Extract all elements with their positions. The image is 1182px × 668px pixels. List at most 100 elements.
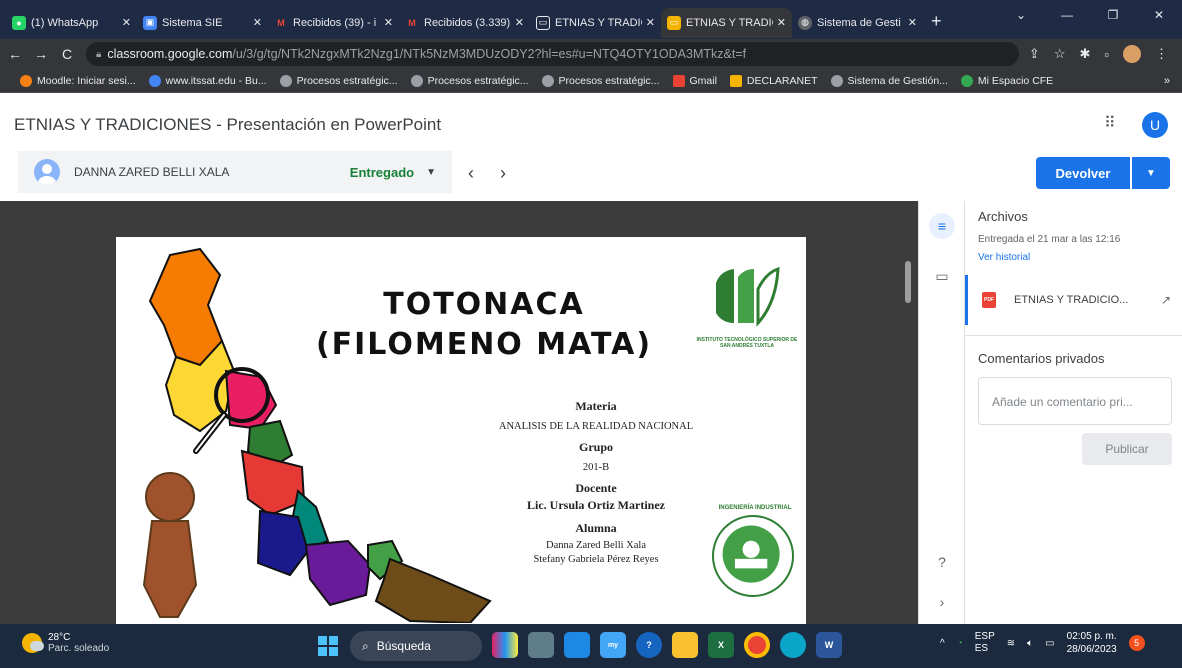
viewer-scrollbar[interactable] (905, 261, 911, 303)
close-icon[interactable]: ✕ (646, 16, 655, 29)
page-title: ETNIAS Y TRADICIONES - Presentación en P… (14, 115, 442, 134)
details-icon[interactable]: ≡ (929, 213, 955, 239)
bookmark-item[interactable]: Procesos estratégic... (541, 74, 660, 87)
classroom-icon: ▭ (536, 15, 550, 30)
chrome-icon[interactable] (744, 632, 770, 658)
search-icon: ⌕ (362, 638, 369, 653)
return-options-icon[interactable]: ▼ (1132, 157, 1170, 189)
bookmark-item[interactable]: Sistema de Gestión... (830, 74, 948, 87)
close-icon[interactable]: ✕ (253, 16, 262, 29)
moodle-icon (20, 74, 32, 87)
bookmark-item[interactable]: Mi Espacio CFE (960, 74, 1053, 87)
battery-icon[interactable]: ▭ (1045, 638, 1054, 649)
minimize-icon[interactable]: — (1044, 0, 1090, 30)
close-icon[interactable]: ✕ (777, 16, 786, 29)
whatsapp-icon: ● (12, 15, 26, 30)
browser-tab[interactable]: M Recibidos (39) - i ✕ (268, 8, 399, 38)
school-name: INSTITUTO TECNOLÓGICO SUPERIOR DE SAN AN… (696, 337, 798, 349)
divider (965, 335, 1182, 336)
classroom-page: ETNIAS Y TRADICIONES - Presentación en P… (0, 93, 1182, 627)
taskbar-search[interactable]: ⌕ Búsqueda (350, 631, 482, 661)
bookmark-item[interactable]: Moodle: Iniciar sesi... (20, 74, 136, 87)
publish-button[interactable]: Publicar (1082, 433, 1172, 465)
sidepanel-icon[interactable]: ▫ (1104, 47, 1109, 62)
paint-icon[interactable] (492, 632, 518, 658)
student-selector[interactable]: DANNA ZARED BELLI XALA Entregado ▼ (18, 151, 452, 193)
back-icon[interactable]: ← (4, 46, 26, 62)
copilot-icon[interactable]: ◔ (957, 638, 963, 649)
status-badge: Entregado (349, 164, 415, 180)
browser-tab-active[interactable]: ▭ ETNIAS Y TRADIC ✕ (661, 7, 792, 38)
help-app-icon[interactable]: ? (636, 632, 662, 658)
avatar[interactable]: U (1142, 112, 1168, 138)
previous-student-icon[interactable]: ‹ (468, 163, 474, 184)
bookmark-item[interactable]: www.itssat.edu - Bu... (148, 74, 267, 87)
star-icon[interactable]: ☆ (1054, 46, 1066, 62)
help-icon[interactable]: ? (929, 549, 955, 575)
viewer-sidebar: ≡ ▭ ? › (918, 201, 964, 624)
bookmark-item[interactable]: DECLARANET (729, 74, 818, 87)
alumna-value: Danna Zared Belli Xala (546, 540, 646, 551)
edge-icon[interactable] (780, 632, 806, 658)
close-icon[interactable]: ✕ (122, 16, 131, 29)
return-button[interactable]: Devolver (1036, 157, 1130, 189)
url-input[interactable]: 🔒︎ classroom.google.com/u/3/g/tg/NTk2Nzg… (86, 42, 1019, 66)
browser-tab-strip: ● (1) WhatsApp ✕ ▣ Sistema SIE ✕ M Recibidos … (0, 0, 1182, 39)
lock-icon: 🔒︎ (96, 48, 102, 60)
open-external-icon[interactable]: ↗ (1161, 293, 1171, 307)
myapp-icon[interactable]: my (600, 632, 626, 658)
browser-tab[interactable]: ▭ ETNIAS Y TRADIC ✕ (530, 8, 661, 38)
close-icon[interactable]: ✕ (515, 16, 524, 29)
document-viewer: TOTONACA (FILOMENO MATA) INSTITUTO TECNO… (0, 201, 918, 627)
restore-icon[interactable]: ❐ (1090, 0, 1136, 30)
share-icon[interactable]: ⇪ (1029, 46, 1040, 62)
extensions-icon[interactable]: ✱ (1079, 46, 1090, 62)
windows-start-icon[interactable] (318, 636, 338, 656)
close-icon[interactable]: ✕ (384, 16, 393, 29)
store-icon[interactable] (564, 632, 590, 658)
tray-chevron-icon[interactable]: ^ (940, 638, 945, 649)
docente-value: Lic. Ursula Ortiz Martinez (527, 498, 665, 512)
browser-tab[interactable]: M Recibidos (3.339) ✕ (399, 8, 530, 38)
notification-badge[interactable]: 5 (1128, 635, 1145, 651)
close-icon[interactable]: ✕ (908, 16, 917, 29)
forward-icon[interactable]: → (30, 46, 52, 62)
reload-icon[interactable]: C (56, 46, 78, 62)
browser-tab[interactable]: ▣ Sistema SIE ✕ (137, 8, 268, 38)
url-path: /u/3/g/tg/NTk2NzgxMTk2Nzg1/NTk5NzM3MDUzO… (232, 47, 747, 61)
menu-icon[interactable]: ⋮ (1155, 46, 1168, 62)
weather-widget[interactable]: 28°C Parc. soleado (22, 632, 109, 654)
history-link[interactable]: Ver historial (978, 252, 1030, 263)
bookmark-label: Procesos estratégic... (558, 74, 660, 87)
close-window-icon[interactable]: ✕ (1136, 0, 1182, 30)
new-tab-icon[interactable]: + (931, 11, 942, 32)
volume-icon[interactable]: 🔈︎ (1027, 638, 1033, 649)
word-icon[interactable]: W (816, 632, 842, 658)
chevron-down-icon[interactable]: ▼ (426, 167, 436, 178)
task-view-icon[interactable] (528, 632, 554, 658)
next-student-icon[interactable]: › (500, 163, 506, 184)
tab-title: Recibidos (39) - i (293, 16, 377, 29)
expand-icon[interactable]: › (929, 589, 955, 615)
excel-icon[interactable]: X (708, 632, 734, 658)
browser-tab[interactable]: ● (1) WhatsApp ✕ (6, 8, 137, 38)
private-comment-input[interactable]: Añade un comentario pri... (978, 377, 1172, 425)
comment-icon[interactable]: ▭ (929, 263, 955, 289)
more-bookmarks-icon[interactable]: » (1164, 75, 1170, 87)
language-indicator[interactable]: ESP ES (975, 631, 995, 655)
cfe-icon (960, 74, 973, 87)
file-explorer-icon[interactable] (672, 632, 698, 658)
globe-icon (279, 74, 292, 87)
bookmark-item[interactable]: Procesos estratégic... (410, 74, 529, 87)
clock[interactable]: 02:05 p. m. 28/06/2023 (1067, 630, 1117, 656)
attached-file[interactable]: PDF ETNIAS Y TRADICIO... ↗ (965, 275, 1182, 325)
tab-title: ETNIAS Y TRADIC (686, 16, 773, 29)
tab-search-icon[interactable]: ⌄ (998, 0, 1044, 30)
apps-grid-icon[interactable]: ⠿ (1104, 113, 1116, 133)
bookmark-item[interactable]: Procesos estratégic... (279, 74, 398, 87)
bookmark-item[interactable]: Gmail (672, 74, 717, 87)
browser-tab[interactable]: ◍ Sistema de Gesti ✕ (792, 8, 923, 38)
profile-avatar-icon[interactable] (1123, 45, 1141, 63)
wifi-icon[interactable]: ≋ (1007, 638, 1015, 649)
school-logo-icon (716, 266, 780, 327)
